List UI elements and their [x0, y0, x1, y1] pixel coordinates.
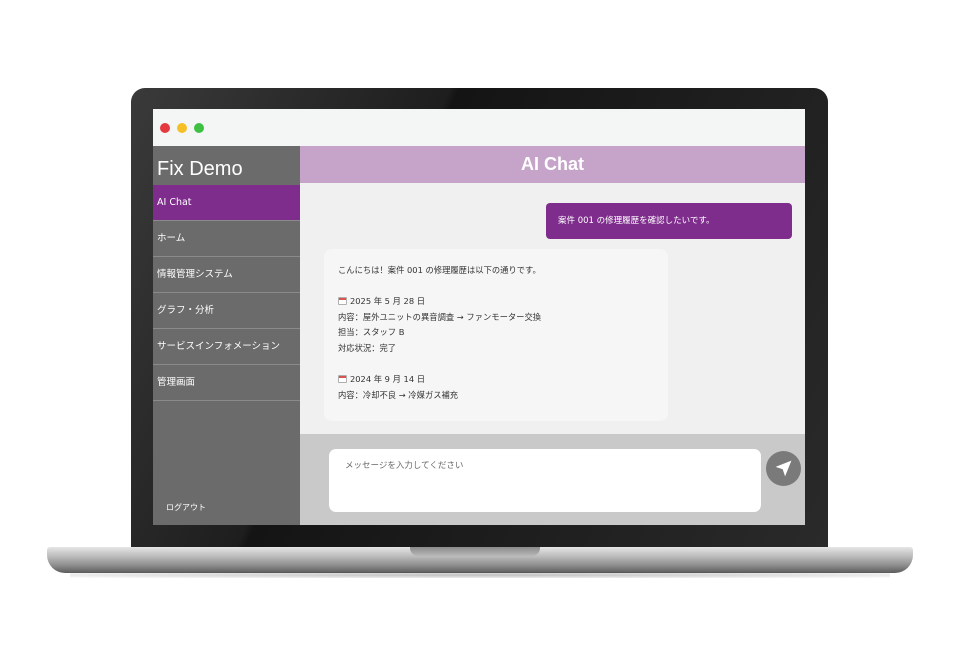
chat-panel: AI Chat 案件 001 の修理履歴を確認したいです。 こんにちは！案件 0… — [300, 146, 805, 525]
sidebar-item-service-info[interactable]: サービスインフォメーション — [153, 329, 300, 365]
sidebar: Fix Demo AI Chat ホーム 情報管理システム グラフ・分析 サービ… — [153, 146, 300, 525]
sidebar-item-home[interactable]: ホーム — [153, 221, 300, 257]
sidebar-nav: AI Chat ホーム 情報管理システム グラフ・分析 サービスインフォメーショ… — [153, 185, 300, 401]
close-window-button[interactable] — [160, 123, 170, 133]
logout-link[interactable]: ログアウト — [166, 502, 206, 513]
sidebar-item-ai-chat[interactable]: AI Chat — [153, 185, 300, 221]
history-entry-date: 2024 年 9 月 14 日 — [338, 372, 654, 388]
history-entry-content: 内容：屋外ユニットの異音調査 → ファンモーター交換 — [338, 311, 542, 322]
window-titlebar — [153, 109, 805, 147]
message-input[interactable] — [329, 449, 761, 512]
minimize-window-button[interactable] — [177, 123, 187, 133]
sidebar-item-graph-analysis[interactable]: グラフ・分析 — [153, 293, 300, 329]
history-date-text: 2025 年 5 月 28 日 — [350, 296, 426, 307]
bot-message-bubble: こんにちは！案件 001 の修理履歴は以下の通りです。 2025 年 5 月 2… — [324, 249, 668, 421]
history-entry-date: 2025 年 5 月 28 日 — [338, 294, 654, 310]
bot-intro-text: こんにちは！案件 001 の修理履歴は以下の通りです。 — [338, 265, 541, 275]
user-message-bubble: 案件 001 の修理履歴を確認したいです。 — [546, 203, 792, 239]
history-entry-status: 対応状況：完了 — [338, 342, 397, 353]
maximize-window-button[interactable] — [194, 123, 204, 133]
send-button[interactable] — [766, 451, 801, 486]
laptop-shadow — [70, 572, 890, 578]
sidebar-item-info-system[interactable]: 情報管理システム — [153, 257, 300, 293]
laptop-notch — [410, 547, 540, 556]
page-title: AI Chat — [300, 146, 805, 183]
sidebar-item-admin[interactable]: 管理画面 — [153, 365, 300, 401]
brand-title: Fix Demo — [157, 158, 243, 180]
history-date-text: 2024 年 9 月 14 日 — [350, 374, 426, 385]
calendar-icon — [338, 297, 347, 306]
calendar-icon — [338, 375, 347, 384]
send-icon — [775, 460, 792, 477]
history-entry-content: 内容：冷却不良 → 冷媒ガス補充 — [338, 389, 459, 400]
app-window: Fix Demo AI Chat ホーム 情報管理システム グラフ・分析 サービ… — [153, 109, 805, 525]
history-entry-staff: 担当：スタッフ B — [338, 327, 405, 338]
message-composer — [300, 434, 805, 525]
